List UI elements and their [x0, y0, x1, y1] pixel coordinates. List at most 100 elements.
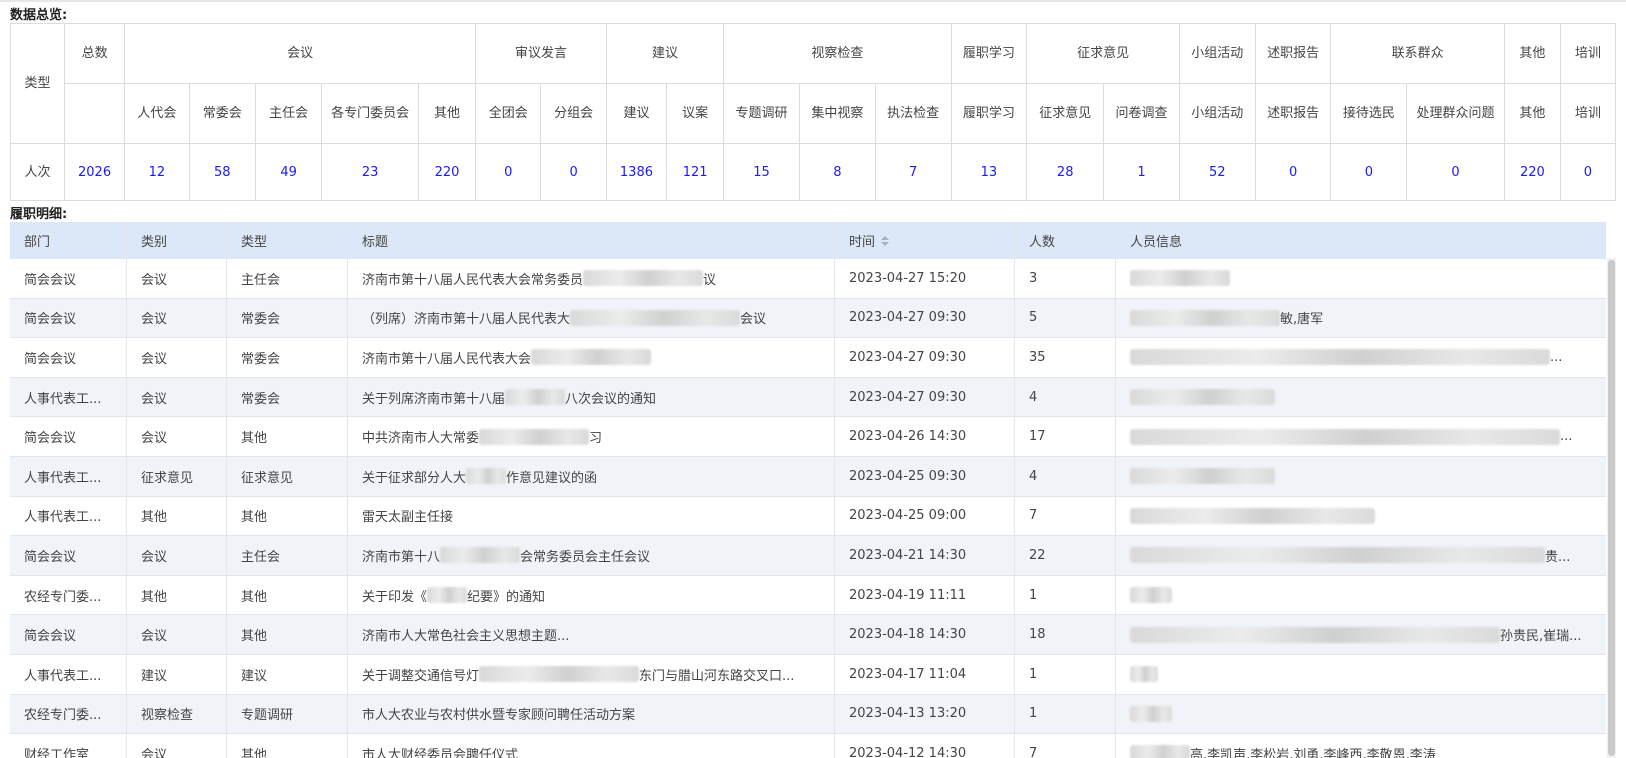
cell-title[interactable]: 中共济南市人大常委 习	[348, 417, 835, 456]
overview-sub: 其他	[1503, 83, 1561, 144]
overview-value[interactable]: 58	[188, 143, 256, 201]
overview-group-meeting: 会议	[124, 23, 477, 84]
overview-value[interactable]: 7	[874, 143, 952, 201]
table-row[interactable]: 简会会议 会议 常委会 济南市第十八届人民代表大会 2023-04-27 09:30 35…	[10, 338, 1606, 378]
cell-count: 18	[1015, 615, 1116, 654]
overview-value[interactable]: 220	[417, 143, 477, 201]
cell-person-info: 贵...	[1116, 536, 1606, 575]
overview-value[interactable]: 52	[1178, 143, 1256, 201]
cell-title[interactable]: 关于征求部分人大 作意见建议的函	[348, 456, 835, 496]
table-row[interactable]: 财经工作室 会议 其他 市人大财经委员会 聘任仪式 2023-04-12 14:30 7 高,…	[10, 734, 1606, 758]
overview-value[interactable]: 0	[1559, 143, 1617, 201]
vertical-scrollbar[interactable]	[1607, 258, 1616, 758]
title-start: 济南市人大常	[362, 629, 441, 645]
overview-value[interactable]: 121	[666, 143, 725, 201]
cell-title[interactable]: 关于印发《 纪要》的通知	[348, 575, 835, 615]
overview-sub: 问卷调查	[1103, 83, 1180, 144]
overview-sub: 培训	[1559, 83, 1617, 144]
redacted-block	[531, 349, 652, 366]
table-row[interactable]: 简会会议 会议 主任会 济南市第十八 会常务委员会主任会议 2023-04-21 14:3…	[10, 536, 1606, 576]
cell-count: 5	[1015, 298, 1116, 338]
cell-department: 简会会议	[10, 259, 127, 298]
cell-count: 1	[1015, 575, 1116, 615]
table-row[interactable]: 人事代表工... 征求意见 征求意见 关于征求部分人大 作意见建议的函 2023-04-2…	[10, 456, 1606, 497]
overview-value[interactable]: 0	[475, 143, 542, 201]
cell-department: 简会会议	[10, 298, 127, 338]
cell-type: 主任会	[227, 536, 348, 575]
cell-title[interactable]: （列席）济南市第十八届人民代表大 会议	[348, 298, 835, 338]
overview-value[interactable]: 23	[321, 143, 419, 201]
table-row[interactable]: 人事代表工... 建议 建议 关于调整交通信号灯 东门与腊山河东路交叉口... 2023-…	[10, 654, 1606, 695]
overview-group-suggestion: 建议	[605, 23, 725, 84]
overview-sub: 议案	[666, 83, 725, 144]
cell-title[interactable]: 济南市第十八届人民代表大会	[348, 338, 835, 377]
header-category: 类别	[127, 222, 227, 259]
overview-value[interactable]: 0	[1254, 143, 1332, 201]
overview-value[interactable]: 8	[798, 143, 876, 201]
cell-title[interactable]: 济南市人大常 色社会主义思想主题...	[348, 615, 835, 654]
table-row[interactable]: 人事代表工... 其他 其他 雷天太副主任接 2023-04-25 09:00 7	[10, 496, 1606, 537]
table-row[interactable]: 农经专门委... 其他 其他 关于印发《 纪要》的通知 2023-04-19 11:11 1	[10, 575, 1606, 616]
overview-group-training: 培训	[1559, 23, 1617, 84]
overview-value[interactable]: 1386	[605, 143, 668, 201]
table-row[interactable]: 简会会议 会议 主任会 济南市第十八届人民代表大会常务委员 议 2023-04-27 15…	[10, 259, 1606, 299]
overview-sub: 集中视察	[798, 83, 876, 144]
cell-department: 简会会议	[10, 338, 127, 377]
scrollbar-thumb[interactable]	[1608, 260, 1615, 756]
cell-person-info: 敏,唐军	[1116, 299, 1606, 338]
overview-group-masses: 联系群众	[1330, 23, 1505, 84]
cell-title[interactable]: 雷天太副主任接	[348, 496, 835, 536]
cell-count: 7	[1015, 496, 1116, 536]
table-row[interactable]: 农经专门委... 视察检查 专题调研 市人大农业与农村 供水暨专家顾问聘任活动方案 202…	[10, 694, 1606, 735]
overview-group-report: 述职报告	[1254, 23, 1332, 84]
cell-category: 会议	[127, 417, 227, 456]
title-start: 市人大财经委员会	[362, 747, 467, 758]
redacted-block	[440, 547, 521, 564]
overview-value[interactable]: 0	[1406, 143, 1505, 201]
table-row[interactable]: 人事代表工... 会议 常委会 关于列席济南市第十八届 八次会议的通知 2023-04-2…	[10, 377, 1606, 418]
cell-category: 会议	[127, 536, 227, 575]
overview-value[interactable]: 1	[1103, 143, 1180, 201]
overview-sub: 其他	[417, 83, 477, 144]
title-start: （列席）济南市第十八届人民代表大	[362, 312, 571, 328]
cell-type: 其他	[227, 734, 348, 758]
title-start: 关于列席济南市第十八届	[362, 391, 506, 407]
redacted-block	[1130, 745, 1190, 758]
header-time-sortable[interactable]: 时间	[835, 222, 1015, 259]
overview-value[interactable]: 13	[950, 143, 1028, 201]
cell-type: 常委会	[227, 377, 348, 417]
cell-count: 4	[1015, 456, 1116, 496]
cell-type: 其他	[227, 417, 348, 456]
sort-icon[interactable]	[881, 235, 890, 246]
cell-title[interactable]: 济南市第十八届人民代表大会常务委员 议	[348, 259, 835, 298]
cell-title[interactable]: 关于调整交通信号灯 东门与腊山河东路交叉口...	[348, 654, 835, 694]
cell-title[interactable]: 市人大农业与农村 供水暨专家顾问聘任活动方案	[348, 694, 835, 734]
cell-title[interactable]: 济南市第十八 会常务委员会主任会议	[348, 536, 835, 575]
redacted-block	[1130, 666, 1158, 683]
overview-group-other: 其他	[1503, 23, 1561, 84]
redacted-block	[505, 389, 566, 406]
table-row[interactable]: 简会会议 会议 常委会 （列席）济南市第十八届人民代表大 会议 2023-04-27 09…	[10, 298, 1606, 339]
overview-value[interactable]: 12	[124, 143, 190, 201]
overview-group-type: 类型	[10, 23, 65, 144]
person-info-tail: 敏,唐军	[1280, 312, 1324, 328]
title-start: 济南市第十八届人民代表大会	[362, 351, 532, 367]
overview-value[interactable]: 28	[1026, 143, 1105, 201]
cell-time: 2023-04-25 09:00	[835, 496, 1015, 536]
cell-category: 会议	[127, 615, 227, 654]
overview-value[interactable]: 0	[540, 143, 607, 201]
table-row[interactable]: 简会会议 会议 其他 济南市人大常 色社会主义思想主题... 2023-04-18 14:…	[10, 615, 1606, 655]
cell-person-info	[1116, 497, 1606, 536]
table-row[interactable]: 简会会议 会议 其他 中共济南市人大常委 习 2023-04-26 14:30 17...	[10, 417, 1606, 457]
overview-value[interactable]: 2026	[63, 143, 126, 201]
redacted-block	[1130, 547, 1545, 564]
cell-title[interactable]: 市人大财经委员会 聘任仪式	[348, 734, 835, 758]
cell-person-info: ...	[1116, 338, 1606, 377]
cell-title[interactable]: 关于列席济南市第十八届 八次会议的通知	[348, 377, 835, 417]
overview-value[interactable]: 220	[1503, 143, 1561, 201]
redacted-block	[479, 666, 640, 683]
overview-value[interactable]: 49	[254, 143, 323, 201]
overview-value[interactable]: 15	[723, 143, 800, 201]
overview-value[interactable]: 0	[1330, 143, 1408, 201]
cell-time: 2023-04-27 09:30	[835, 377, 1015, 417]
